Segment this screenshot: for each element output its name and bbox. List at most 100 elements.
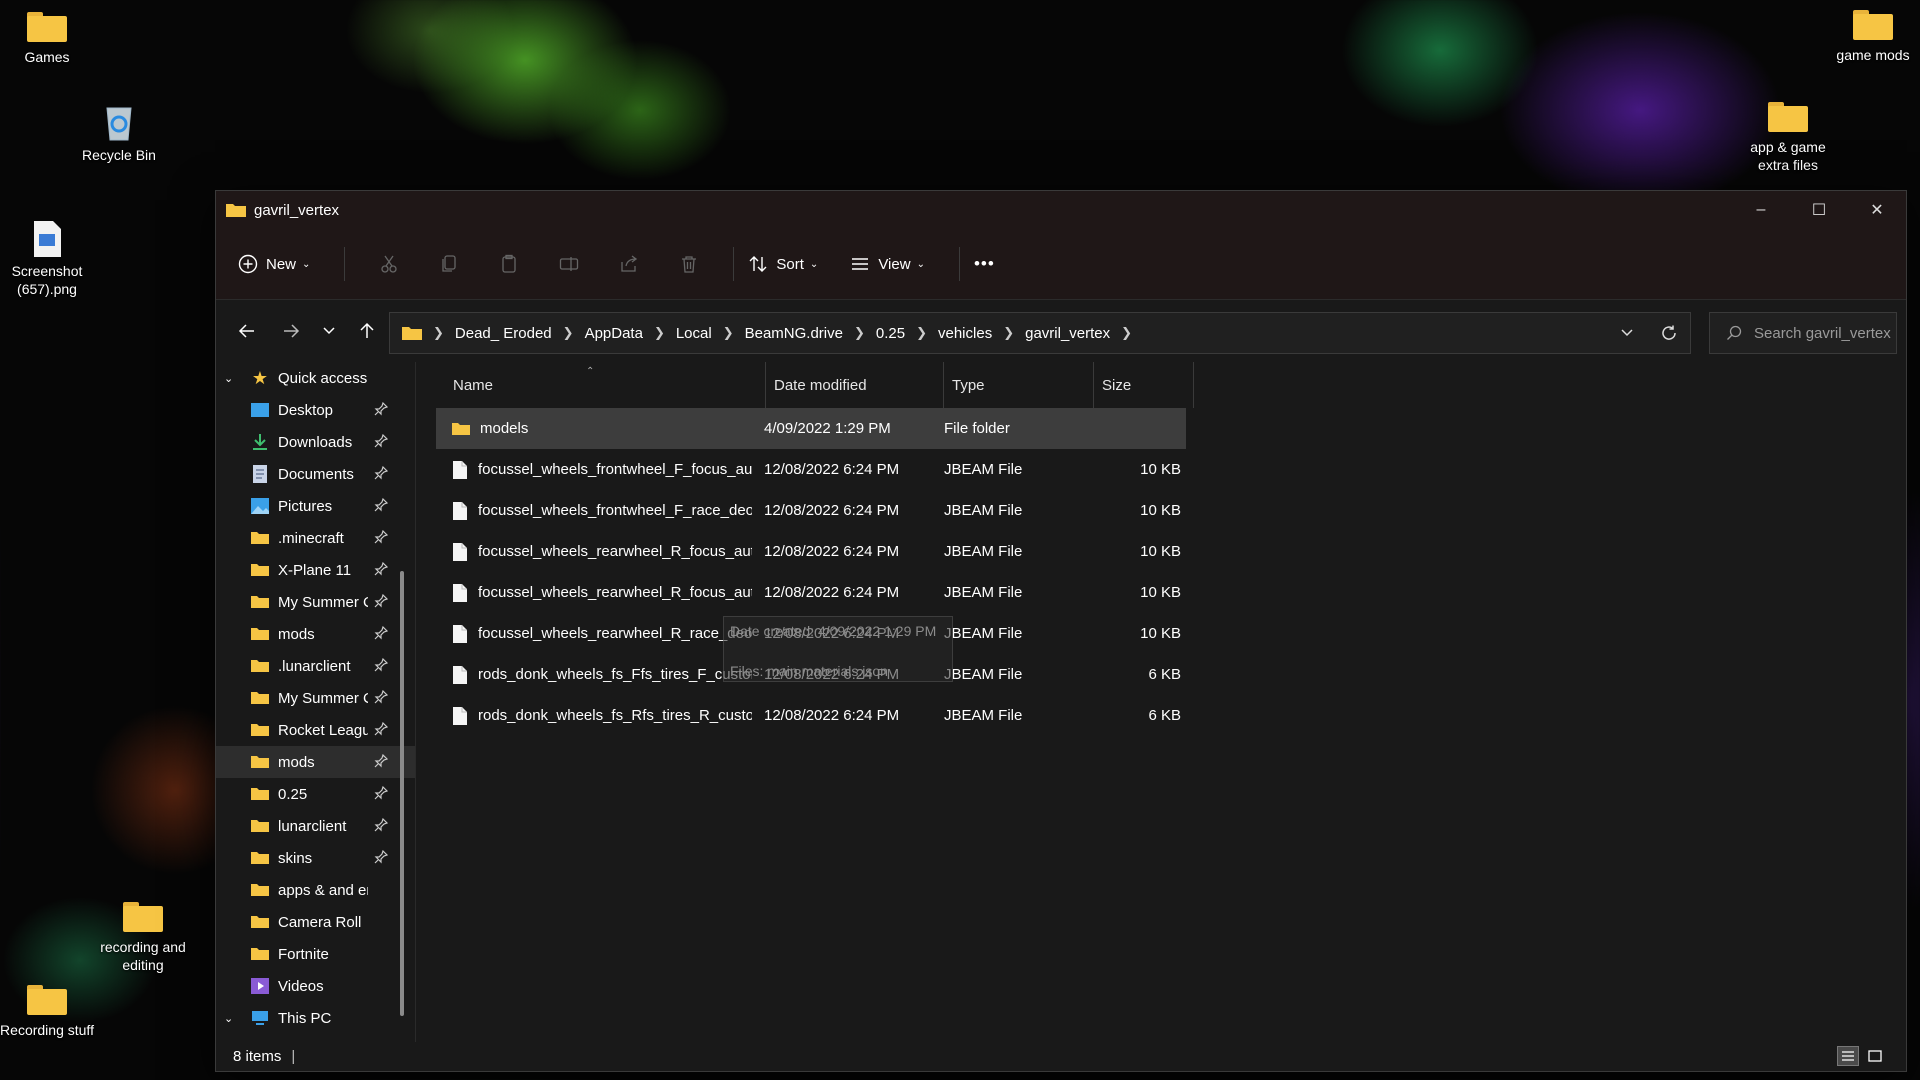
address-dropdown-button[interactable] [1606, 313, 1648, 353]
more-options-button[interactable]: ••• [974, 254, 995, 274]
desktop-icon-recycle-bin[interactable]: Recycle Bin [64, 102, 174, 164]
file-date: 12/08/2022 6:24 PM [764, 543, 900, 560]
refresh-button[interactable] [1648, 313, 1690, 353]
close-button[interactable]: ✕ [1848, 191, 1906, 229]
search-box[interactable]: Search gavril_vertex [1709, 312, 1897, 354]
sidebar-item[interactable]: lunarclient [216, 810, 416, 842]
maximize-button[interactable]: ☐ [1790, 191, 1848, 229]
cut-button[interactable] [374, 249, 404, 279]
chevron-right-icon[interactable]: ❯ [854, 325, 865, 341]
sidebar-item[interactable]: My Summer C [216, 682, 416, 714]
sidebar-item[interactable]: 0.25 [216, 778, 416, 810]
up-button[interactable] [351, 315, 383, 347]
sidebar-item[interactable]: .lunarclient [216, 650, 416, 682]
sidebar-item-this-pc[interactable]: ⌄ This PC [216, 1002, 416, 1032]
sort-button[interactable]: Sort ⌄ [748, 254, 818, 274]
breadcrumb-item[interactable]: AppData [585, 325, 643, 342]
tiles-view-icon [1868, 1050, 1882, 1062]
file-row[interactable]: focussel_wheels_rearwheel_R_focus_auto_.… [436, 531, 1896, 572]
share-button[interactable] [614, 249, 644, 279]
file-name: rods_donk_wheels_fs_Ffs_tires_F_customiz… [452, 654, 752, 695]
file-date: 12/08/2022 6:24 PM [764, 707, 900, 724]
file-row[interactable]: focussel_wheels_rearwheel_R_race_deo_a..… [436, 613, 1896, 654]
details-view-button[interactable] [1837, 1046, 1859, 1066]
file-row[interactable]: models 4/09/2022 1:29 PM File folder [436, 408, 1186, 449]
chevron-right-icon[interactable]: ❯ [723, 325, 734, 341]
sidebar-item[interactable]: My Summer C [216, 586, 416, 618]
breadcrumb-item[interactable]: gavril_vertex [1025, 325, 1110, 342]
forward-button[interactable] [275, 315, 307, 347]
tiles-view-button[interactable] [1864, 1046, 1886, 1066]
column-header-name[interactable]: Name ⌃ [436, 362, 766, 408]
file-date: 12/08/2022 6:24 PM [764, 461, 900, 478]
file-row[interactable]: rods_donk_wheels_fs_Ffs_tires_F_customiz… [436, 654, 1896, 695]
command-bar: New ⌄ Sort ⌄ View ⌄ ••• [216, 229, 1906, 300]
sidebar-item-label: My Summer C [278, 689, 368, 707]
sidebar-item[interactable]: mods [216, 746, 416, 778]
sidebar-item[interactable]: Documents [216, 458, 416, 490]
sidebar-item[interactable]: skins [216, 842, 416, 874]
breadcrumb-item[interactable]: BeamNG.drive [745, 325, 843, 342]
title-bar[interactable]: gavril_vertex – ☐ ✕ [216, 191, 1906, 229]
desktop-icon-recording-editing[interactable]: recording and editing [88, 902, 198, 974]
desktop-icon-label: recording and editing [100, 939, 186, 973]
sidebar-item[interactable]: apps & and ente [216, 874, 416, 906]
tooltip-files: Files: main.materials.json [730, 663, 888, 679]
sidebar-item[interactable]: Desktop [216, 394, 416, 426]
sidebar-item[interactable]: X-Plane 11 [216, 554, 416, 586]
column-header-size[interactable]: Size [1094, 362, 1194, 408]
chevron-right-icon[interactable]: ❯ [563, 325, 574, 341]
chevron-right-icon[interactable]: ❯ [916, 325, 927, 341]
sidebar-item[interactable]: Downloads [216, 426, 416, 458]
chevron-right-icon[interactable]: ❯ [654, 325, 665, 341]
file-type: JBEAM File [944, 625, 1023, 642]
breadcrumb-item[interactable]: Dead_ Eroded [455, 325, 552, 342]
paste-button[interactable] [494, 249, 524, 279]
column-header-type[interactable]: Type [944, 362, 1094, 408]
sidebar-item[interactable]: Camera Roll [216, 906, 416, 938]
sidebar-item[interactable]: .minecraft [216, 522, 416, 554]
copy-icon [442, 255, 457, 272]
file-explorer-window: gavril_vertex – ☐ ✕ New ⌄ Sort ⌄ View ⌄ … [215, 190, 1907, 1072]
sidebar-item[interactable]: mods [216, 618, 416, 650]
sidebar-item-label: .minecraft [278, 529, 344, 547]
sidebar-item-quick-access[interactable]: ⌄ ★ Quick access [216, 362, 416, 394]
file-type: JBEAM File [944, 461, 1023, 478]
desktop-icon-screenshot[interactable]: Screenshot (657).png [0, 220, 102, 298]
pane-divider[interactable] [415, 362, 416, 1042]
chevron-right-icon[interactable]: ❯ [1121, 325, 1132, 341]
recent-locations-button[interactable] [313, 315, 345, 347]
file-icon [453, 706, 467, 725]
column-header-date[interactable]: Date modified [766, 362, 944, 408]
desktop-icon-app-game-extra[interactable]: app & game extra files [1733, 102, 1843, 174]
rename-button[interactable] [554, 249, 584, 279]
desktop-icon-game-mods[interactable]: game mods [1818, 10, 1920, 64]
new-button[interactable]: New ⌄ [238, 254, 310, 274]
sidebar-item[interactable]: Pictures [216, 490, 416, 522]
sidebar-scrollbar[interactable] [400, 571, 404, 1016]
desktop-icon-recording-stuff[interactable]: Recording stuff [0, 985, 102, 1039]
folder-icon [226, 204, 246, 217]
back-button[interactable] [231, 315, 263, 347]
pin-icon [374, 593, 389, 612]
desktop-icon-label: Games [24, 49, 70, 65]
desktop-icon-games[interactable]: Games [0, 12, 102, 66]
file-row[interactable]: focussel_wheels_frontwheel_F_focus_auto.… [436, 449, 1896, 490]
view-button[interactable]: View ⌄ [850, 254, 925, 274]
address-bar[interactable]: ❯ Dead_ Eroded ❯ AppData ❯ Local ❯ BeamN… [389, 312, 1691, 354]
file-row[interactable]: focussel_wheels_frontwheel_F_race_deo_..… [436, 490, 1896, 531]
copy-button[interactable] [434, 249, 464, 279]
refresh-icon [1662, 325, 1676, 340]
breadcrumb-item[interactable]: Local [676, 325, 712, 342]
breadcrumb-item[interactable]: 0.25 [876, 325, 905, 342]
sidebar-item[interactable]: Rocket Leagu [216, 714, 416, 746]
file-row[interactable]: rods_donk_wheels_fs_Rfs_tires_R_customi.… [436, 695, 1896, 736]
delete-button[interactable] [674, 249, 704, 279]
minimize-button[interactable]: – [1732, 191, 1790, 229]
sidebar-item[interactable]: Fortnite [216, 938, 416, 970]
file-icon [453, 460, 467, 479]
sidebar-item[interactable]: Videos [216, 970, 416, 1002]
breadcrumb-item[interactable]: vehicles [938, 325, 992, 342]
file-row[interactable]: focussel_wheels_rearwheel_R_focus_auto_.… [436, 572, 1896, 613]
chevron-right-icon[interactable]: ❯ [1003, 325, 1014, 341]
